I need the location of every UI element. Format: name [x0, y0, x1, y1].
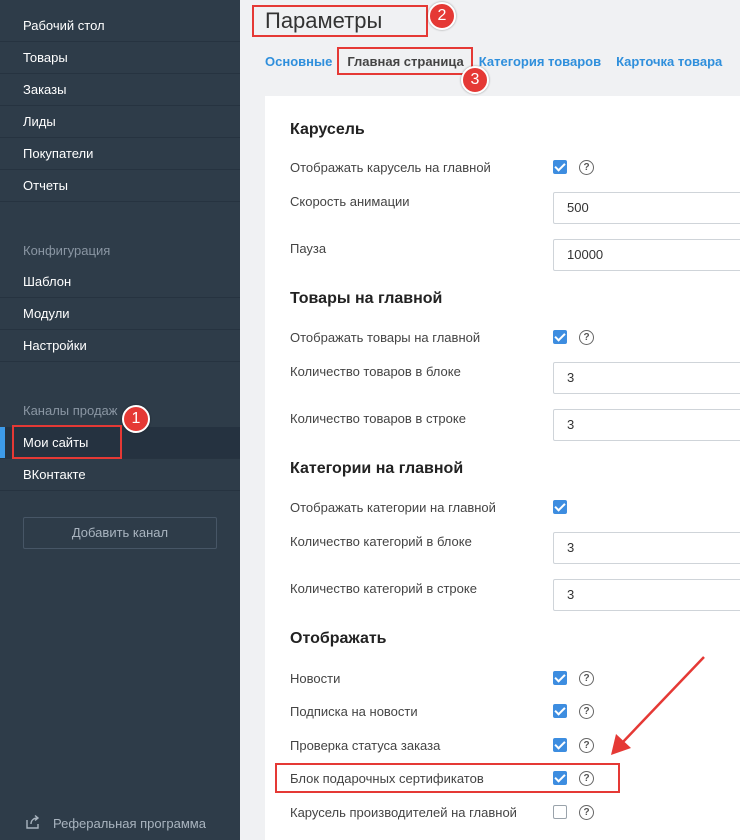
label-brands-carousel: Карусель производителей на главной [290, 805, 517, 820]
pause-input[interactable]: 10000 [553, 239, 740, 271]
products-per-block-input[interactable]: 3 [553, 362, 740, 394]
categories-per-block-input[interactable]: 3 [553, 532, 740, 564]
label-news-subscription: Подписка на новости [290, 704, 418, 719]
annotation-highlight-my-sites [12, 425, 122, 459]
checkbox-show-products[interactable] [553, 330, 567, 344]
section-title-carousel: Карусель [290, 121, 365, 138]
help-icon[interactable]: ? [579, 805, 594, 820]
annotation-highlight-gift-certificates [275, 763, 620, 793]
sidebar-item-products[interactable]: Товары [0, 42, 240, 74]
help-icon[interactable]: ? [579, 330, 594, 345]
tab-general[interactable]: Основные [265, 54, 332, 74]
sidebar-item-reports[interactable]: Отчеты [0, 170, 240, 202]
help-icon[interactable]: ? [579, 671, 594, 686]
checkbox-news-subscription[interactable] [553, 704, 567, 718]
animation-speed-input[interactable]: 500 [553, 192, 740, 224]
annotation-badge-1: 1 [122, 405, 150, 433]
share-icon [25, 814, 41, 833]
tab-product-card[interactable]: Карточка товара [616, 54, 722, 74]
checkbox-order-status-check[interactable] [553, 738, 567, 752]
annotation-highlight-home-tab [337, 47, 473, 75]
label-show-categories: Отображать категории на главной [290, 500, 496, 515]
help-icon[interactable]: ? [579, 738, 594, 753]
checkbox-news[interactable] [553, 671, 567, 685]
label-show-carousel: Отображать карусель на главной [290, 160, 491, 175]
label-categories-per-block: Количество категорий в блоке [290, 534, 472, 549]
label-show-products: Отображать товары на главной [290, 330, 481, 345]
annotation-badge-3: 3 [461, 66, 489, 94]
annotation-badge-2: 2 [428, 2, 456, 30]
products-per-row-input[interactable]: 3 [553, 409, 740, 441]
help-icon[interactable]: ? [579, 160, 594, 175]
sidebar-item-template[interactable]: Шаблон [0, 266, 240, 298]
label-products-per-row: Количество товаров в строке [290, 411, 466, 426]
sidebar-item-leads[interactable]: Лиды [0, 106, 240, 138]
sidebar-section-configuration: Конфигурация [23, 243, 111, 258]
annotation-highlight-title [252, 5, 428, 37]
sidebar-section-sales-channels: Каналы продаж [23, 403, 118, 418]
section-title-products: Товары на главной [290, 290, 443, 307]
label-products-per-block: Количество товаров в блоке [290, 364, 461, 379]
label-news: Новости [290, 671, 341, 686]
sidebar-item-modules[interactable]: Модули [0, 298, 240, 330]
section-title-display: Отображать [290, 630, 387, 647]
tabs-bar: Основные Главная страница Категория това… [265, 54, 722, 74]
sidebar-item-vkontakte[interactable]: ВКонтакте [0, 459, 240, 491]
categories-per-row-input[interactable]: 3 [553, 579, 740, 611]
sidebar-item-customers[interactable]: Покупатели [0, 138, 240, 170]
sidebar-item-orders[interactable]: Заказы [0, 74, 240, 106]
checkbox-show-categories[interactable] [553, 500, 567, 514]
sidebar-item-settings[interactable]: Настройки [0, 330, 240, 362]
label-categories-per-row: Количество категорий в строке [290, 581, 477, 596]
referral-label: Реферальная программа [53, 816, 206, 831]
help-icon[interactable]: ? [579, 704, 594, 719]
sidebar-item-dashboard[interactable]: Рабочий стол [0, 10, 240, 42]
tab-product-category[interactable]: Категория товаров [479, 54, 601, 74]
referral-program-link[interactable]: Реферальная программа [25, 814, 206, 833]
checkbox-brands-carousel[interactable] [553, 805, 567, 819]
sidebar: Рабочий стол Товары Заказы Лиды Покупате… [0, 0, 240, 840]
add-channel-button[interactable]: Добавить канал [23, 517, 217, 549]
label-pause: Пауза [290, 241, 327, 256]
label-order-status-check: Проверка статуса заказа [290, 738, 441, 753]
section-title-categories: Категории на главной [290, 460, 464, 477]
checkbox-show-carousel[interactable] [553, 160, 567, 174]
label-animation-speed: Скорость анимации [290, 194, 410, 209]
